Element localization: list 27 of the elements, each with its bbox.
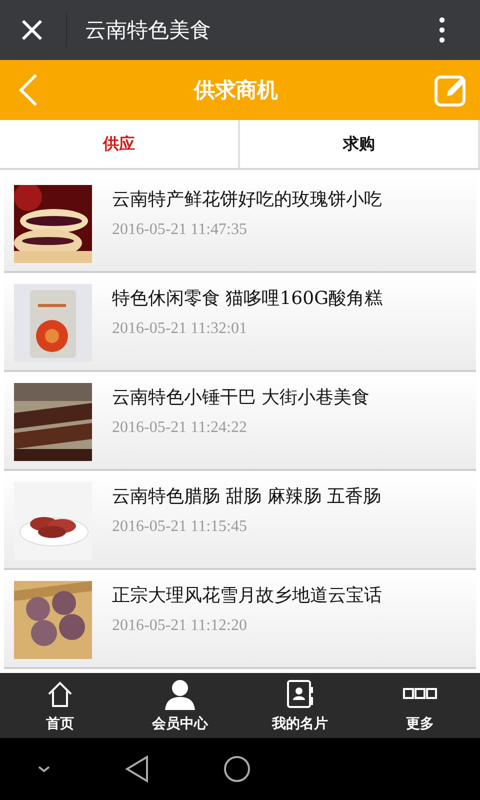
contact-card-icon (286, 679, 314, 709)
tab[interactable]: 求购 (240, 120, 480, 168)
item-time: 2016-05-21 11:12:20 (112, 617, 248, 635)
item-time: 2016-05-21 11:15:45 (112, 518, 248, 536)
item-time: 2016-05-21 11:32:01 (112, 320, 248, 338)
nav-label[interactable]: 会员中心 (152, 715, 208, 733)
item-time: 2016-05-21 11:24:22 (112, 419, 248, 437)
window-title: 云南特色美食 (85, 17, 212, 44)
item-title: 云南特产鲜花饼好吃的玫瑰饼小吃 (112, 188, 382, 211)
nav-label[interactable]: 我的名片 (272, 715, 328, 733)
chevron-down-icon[interactable] (36, 765, 50, 773)
item-title: 特色休闲零食 猫哆哩160G酸角糕 (112, 287, 382, 310)
close-icon[interactable] (20, 18, 44, 42)
nav-label[interactable]: 更多 (406, 715, 434, 733)
item-title: 云南特色腊肠 甜肠 麻辣肠 五香肠 (112, 485, 382, 508)
nav-label[interactable]: 首页 (46, 715, 74, 733)
item-title: 云南特色小锤干巴 大街小巷美食 (112, 386, 370, 409)
page-title: 供求商机 (194, 76, 278, 104)
home-icon (46, 680, 74, 708)
user-icon (164, 678, 196, 710)
more-icon (403, 688, 437, 700)
menu-icon[interactable] (438, 17, 446, 43)
item-time: 2016-05-21 11:47:35 (112, 221, 248, 239)
home-icon[interactable] (222, 755, 250, 783)
item-title: 正宗大理风花雪月故乡地道云宝话 (112, 584, 382, 607)
back-icon[interactable] (124, 755, 150, 783)
tab[interactable]: 供应 (0, 120, 240, 168)
